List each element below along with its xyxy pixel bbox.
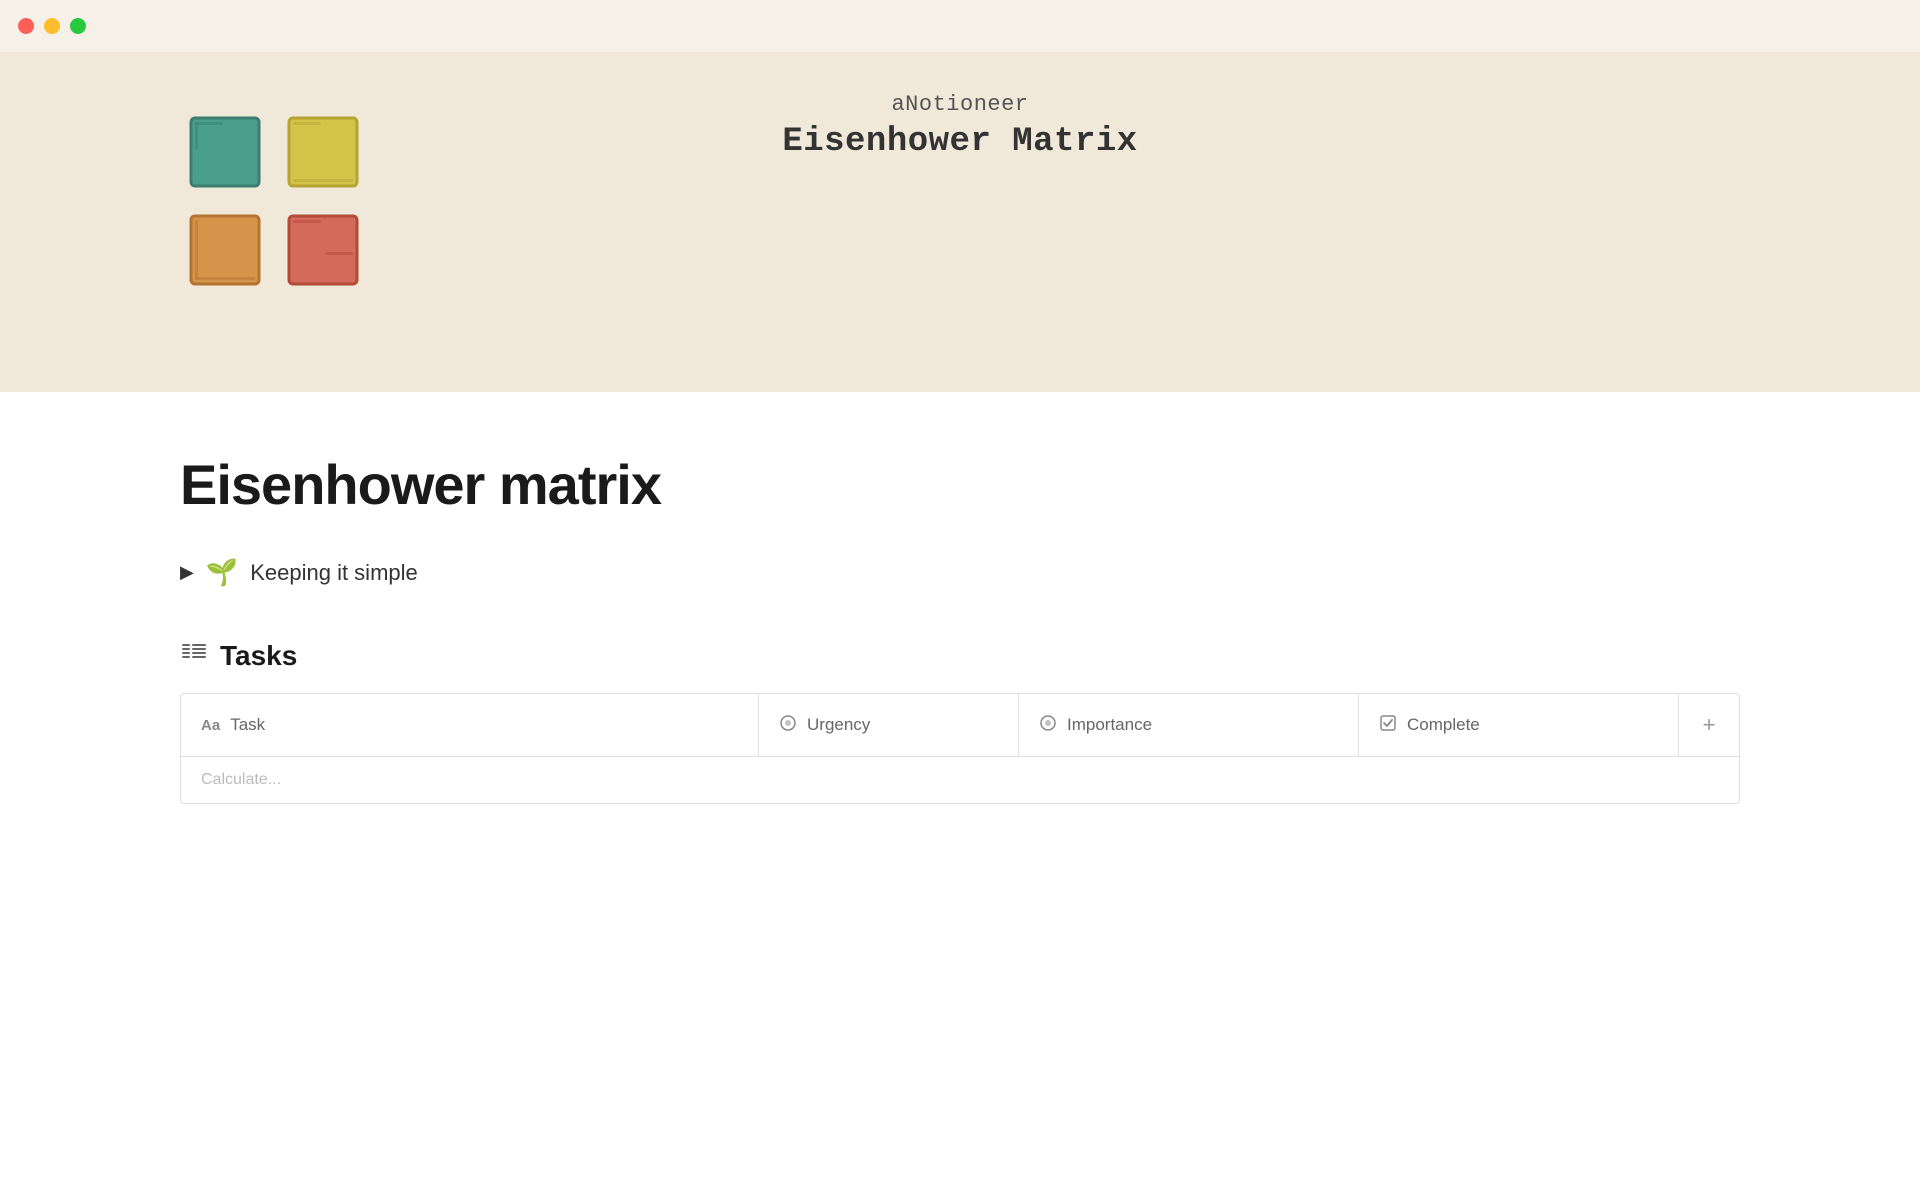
task-col-label: Task	[230, 715, 265, 735]
tasks-table: Aa Task Urgency	[180, 693, 1740, 804]
toggle-arrow[interactable]: ▶	[180, 562, 194, 583]
importance-col-label: Importance	[1067, 715, 1152, 735]
toggle-row[interactable]: ▶ 🌱 Keeping it simple	[180, 557, 1740, 588]
titlebar	[0, 0, 1920, 52]
maximize-button[interactable]	[70, 18, 86, 34]
matrix-icon-teal	[185, 112, 265, 192]
urgency-col-icon	[779, 714, 797, 737]
col-header-urgency: Urgency	[759, 694, 1019, 756]
col-header-importance: Importance	[1019, 694, 1359, 756]
banner-subtitle: aNotioneer	[891, 92, 1028, 117]
main-content: Eisenhower matrix ▶ 🌱 Keeping it simple …	[0, 392, 1920, 804]
page-title: Eisenhower matrix	[180, 452, 1740, 517]
toggle-emoji: 🌱	[206, 557, 238, 588]
add-column-button[interactable]: +	[1679, 694, 1739, 756]
minimize-button[interactable]	[44, 18, 60, 34]
task-col-icon: Aa	[201, 717, 220, 734]
col-header-complete: Complete	[1359, 694, 1679, 756]
tasks-section-header: Tasks	[180, 638, 1740, 673]
toggle-text: Keeping it simple	[250, 560, 418, 586]
table-header-row: Aa Task Urgency	[181, 694, 1739, 757]
tasks-title: Tasks	[220, 640, 297, 672]
matrix-icon-red	[283, 210, 363, 290]
hint-text: Calculate...	[201, 771, 281, 789]
matrix-icon-yellow	[283, 112, 363, 192]
banner-title: Eisenhower Matrix	[782, 123, 1137, 161]
close-button[interactable]	[18, 18, 34, 34]
add-col-icon[interactable]: +	[1703, 712, 1716, 738]
tasks-icon	[180, 638, 208, 673]
banner: aNotioneer Eisenhower Matrix	[0, 52, 1920, 392]
table-bottom-hint: Calculate...	[181, 757, 1739, 803]
complete-col-label: Complete	[1407, 715, 1480, 735]
complete-col-icon	[1379, 714, 1397, 737]
col-header-task: Aa Task	[181, 694, 759, 756]
urgency-col-label: Urgency	[807, 715, 870, 735]
matrix-icon-orange	[185, 210, 265, 290]
matrix-icon-grid	[185, 112, 373, 300]
importance-col-icon	[1039, 714, 1057, 737]
